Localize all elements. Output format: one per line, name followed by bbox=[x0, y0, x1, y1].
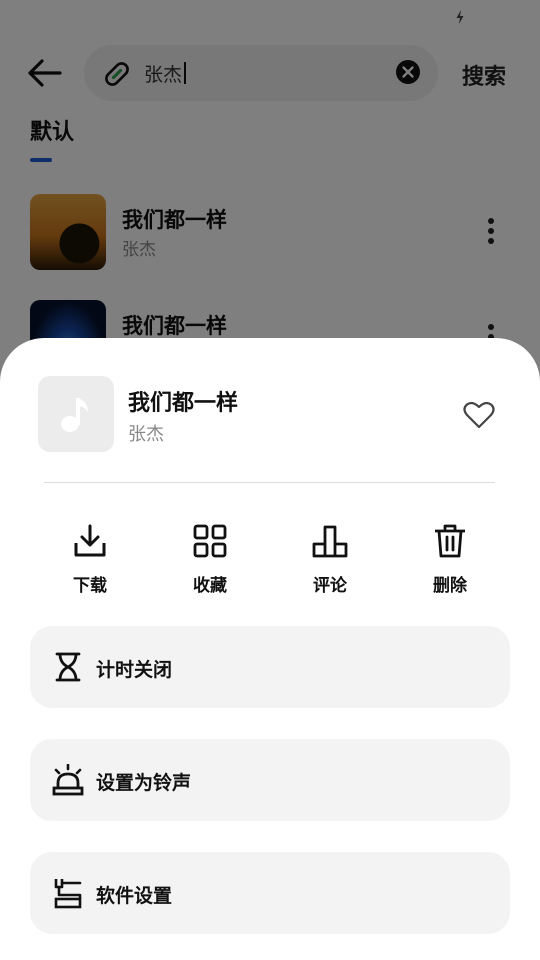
sheet-song-artist: 张杰 bbox=[128, 424, 164, 445]
download-label: 下载 bbox=[73, 576, 107, 596]
music-note-icon bbox=[38, 376, 114, 452]
trash-icon bbox=[432, 523, 468, 559]
delete-label: 删除 bbox=[433, 576, 467, 596]
app-settings-item[interactable]: 软件设置 bbox=[30, 852, 510, 934]
sheet-song-title: 我们都一样 bbox=[128, 391, 239, 416]
collect-label: 收藏 bbox=[193, 576, 227, 596]
delete-button[interactable]: 删除 bbox=[410, 523, 490, 596]
action-row: 下载 收藏 评论 删除 bbox=[0, 523, 540, 603]
menu-item-label: 软件设置 bbox=[96, 885, 173, 907]
set-ringtone-item[interactable]: 设置为铃声 bbox=[30, 739, 510, 821]
menu-item-label: 设置为铃声 bbox=[96, 772, 192, 794]
heart-outline-icon[interactable] bbox=[463, 401, 495, 429]
comment-label: 评论 bbox=[313, 576, 347, 596]
settings-tools-icon bbox=[52, 877, 84, 909]
sleep-timer-item[interactable]: 计时关闭 bbox=[30, 626, 510, 708]
alarm-light-icon bbox=[52, 763, 84, 796]
podium-icon bbox=[312, 523, 348, 559]
song-options-sheet: 我们都一样 张杰 下载 收藏 评论 删除 计时关闭 设置为铃声 软件设置 bbox=[0, 338, 540, 960]
menu-item-label: 计时关闭 bbox=[96, 659, 173, 681]
grid-icon bbox=[192, 523, 228, 559]
divider bbox=[44, 482, 495, 483]
hourglass-icon bbox=[52, 651, 84, 683]
comment-button[interactable]: 评论 bbox=[290, 523, 370, 596]
collect-button[interactable]: 收藏 bbox=[170, 523, 250, 596]
search-results-page: 10:05 张杰 bbox=[0, 0, 540, 960]
download-icon bbox=[72, 523, 108, 559]
download-button[interactable]: 下载 bbox=[50, 523, 130, 596]
sheet-song-header: 我们都一样 张杰 bbox=[0, 338, 540, 483]
